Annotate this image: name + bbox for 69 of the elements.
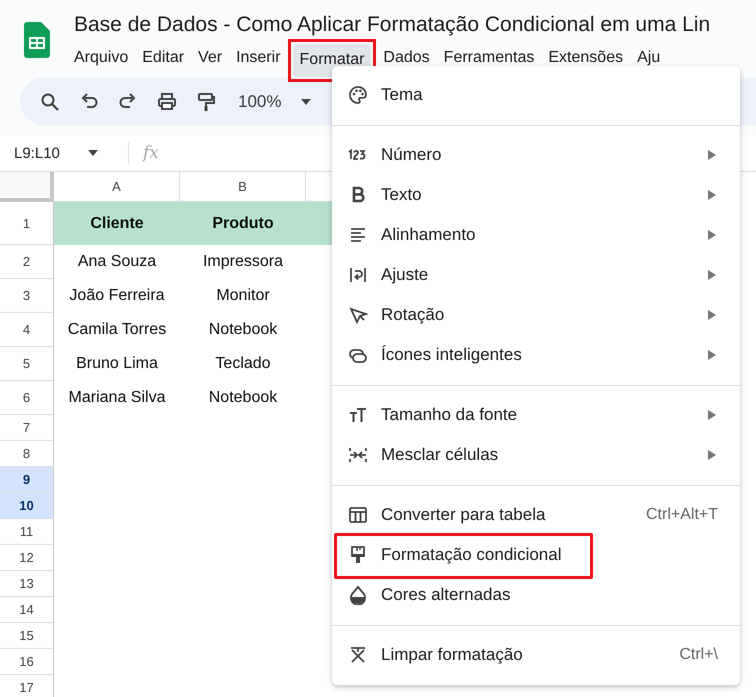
row-header[interactable]: 15 xyxy=(0,623,54,649)
menu-item[interactable]: Cores alternadas xyxy=(332,575,740,615)
row-header[interactable]: 4 xyxy=(0,313,54,347)
row-header[interactable]: 10 xyxy=(0,493,54,519)
row-header[interactable]: 1 xyxy=(0,202,54,245)
row-header[interactable]: 13 xyxy=(0,571,54,597)
row-header[interactable]: 16 xyxy=(0,649,54,675)
text-wrap-icon xyxy=(348,265,368,285)
menu-item[interactable]: Converter para tabela Ctrl+Alt+T xyxy=(332,495,740,535)
font-size-icon xyxy=(348,405,368,425)
shortcut-text: Ctrl+Alt+T xyxy=(646,506,718,524)
shortcut-text: Ctrl+\ xyxy=(679,646,718,664)
column-header[interactable]: A xyxy=(54,172,180,202)
menu-item[interactable]: Ver xyxy=(191,42,230,77)
row-header[interactable]: 6 xyxy=(0,381,54,415)
table-cell-text: Notebook xyxy=(208,320,278,340)
merge-cells-icon xyxy=(348,445,368,465)
menu-item[interactable]: Alinhamento xyxy=(332,215,740,255)
header-cell: Cliente xyxy=(54,202,180,245)
menu-item[interactable]: Limpar formatação Ctrl+\ xyxy=(332,635,740,675)
table-cell-text: Mariana Silva xyxy=(68,388,166,408)
menu-item[interactable]: Mesclar células xyxy=(332,435,740,475)
row-header[interactable]: 8 xyxy=(0,441,54,467)
menu-item[interactable]: Tamanho da fonte xyxy=(332,395,740,435)
paint-brush-icon xyxy=(348,545,368,565)
menu-item[interactable]: Texto xyxy=(332,175,740,215)
menu-item[interactable]: Rotação xyxy=(332,295,740,335)
table-cell-text: Ana Souza xyxy=(76,252,158,272)
sheets-logo-icon xyxy=(24,22,50,58)
name-box[interactable]: L9:L10 xyxy=(0,144,116,162)
formula-icon: fx xyxy=(143,143,159,163)
clear-format-icon xyxy=(348,645,368,665)
caret-icon xyxy=(88,150,98,156)
row-header[interactable]: 11 xyxy=(0,519,54,545)
menu-item[interactable]: Tema xyxy=(332,75,740,115)
printer-icon[interactable] xyxy=(157,92,177,112)
drop-icon xyxy=(348,585,368,605)
column-header[interactable]: B xyxy=(180,172,306,202)
row-header[interactable]: 14 xyxy=(0,597,54,623)
search-icon[interactable] xyxy=(40,92,60,112)
table-cell-text: Camila Torres xyxy=(66,320,168,340)
row-header[interactable]: 2 xyxy=(0,245,54,279)
paint-roller-icon[interactable] xyxy=(196,92,216,112)
table-cell-text: Teclado xyxy=(214,354,272,374)
table-cell-text: Bruno Lima xyxy=(75,354,159,374)
document-title: Base de Dados - Como Aplicar Formatação Condicional em uma Lin xyxy=(74,12,710,38)
text-rotation-icon xyxy=(348,305,368,325)
row-header[interactable]: 12 xyxy=(0,545,54,571)
row-header[interactable]: 3 xyxy=(0,279,54,313)
row-header[interactable]: 5 xyxy=(0,347,54,381)
caret-icon xyxy=(301,98,312,104)
menu-item[interactable]: Editar xyxy=(135,42,192,77)
table-icon xyxy=(348,505,368,525)
menu-item[interactable]: Ícones inteligentes xyxy=(332,335,740,375)
menu-item[interactable]: Inserir xyxy=(229,42,288,77)
menu-item[interactable]: Arquivo xyxy=(67,42,136,77)
table-cell-text: Notebook xyxy=(208,388,278,408)
align-left-icon xyxy=(348,225,368,245)
row-header[interactable]: 7 xyxy=(0,415,54,441)
row-header[interactable]: 9 xyxy=(0,467,54,493)
palette-icon xyxy=(348,85,368,105)
table-cell-text: Impressora xyxy=(202,252,284,272)
menu-item[interactable]: Número xyxy=(332,135,740,175)
menu-item[interactable]: Ajuste xyxy=(332,255,740,295)
header-cell: Produto xyxy=(180,202,306,245)
menu-item[interactable]: Formatação condicional xyxy=(332,535,740,575)
table-cell-text: João Ferreira xyxy=(68,286,166,306)
table-cell-text: Monitor xyxy=(215,286,271,306)
zoom-dropdown[interactable]: 100% xyxy=(238,92,312,112)
